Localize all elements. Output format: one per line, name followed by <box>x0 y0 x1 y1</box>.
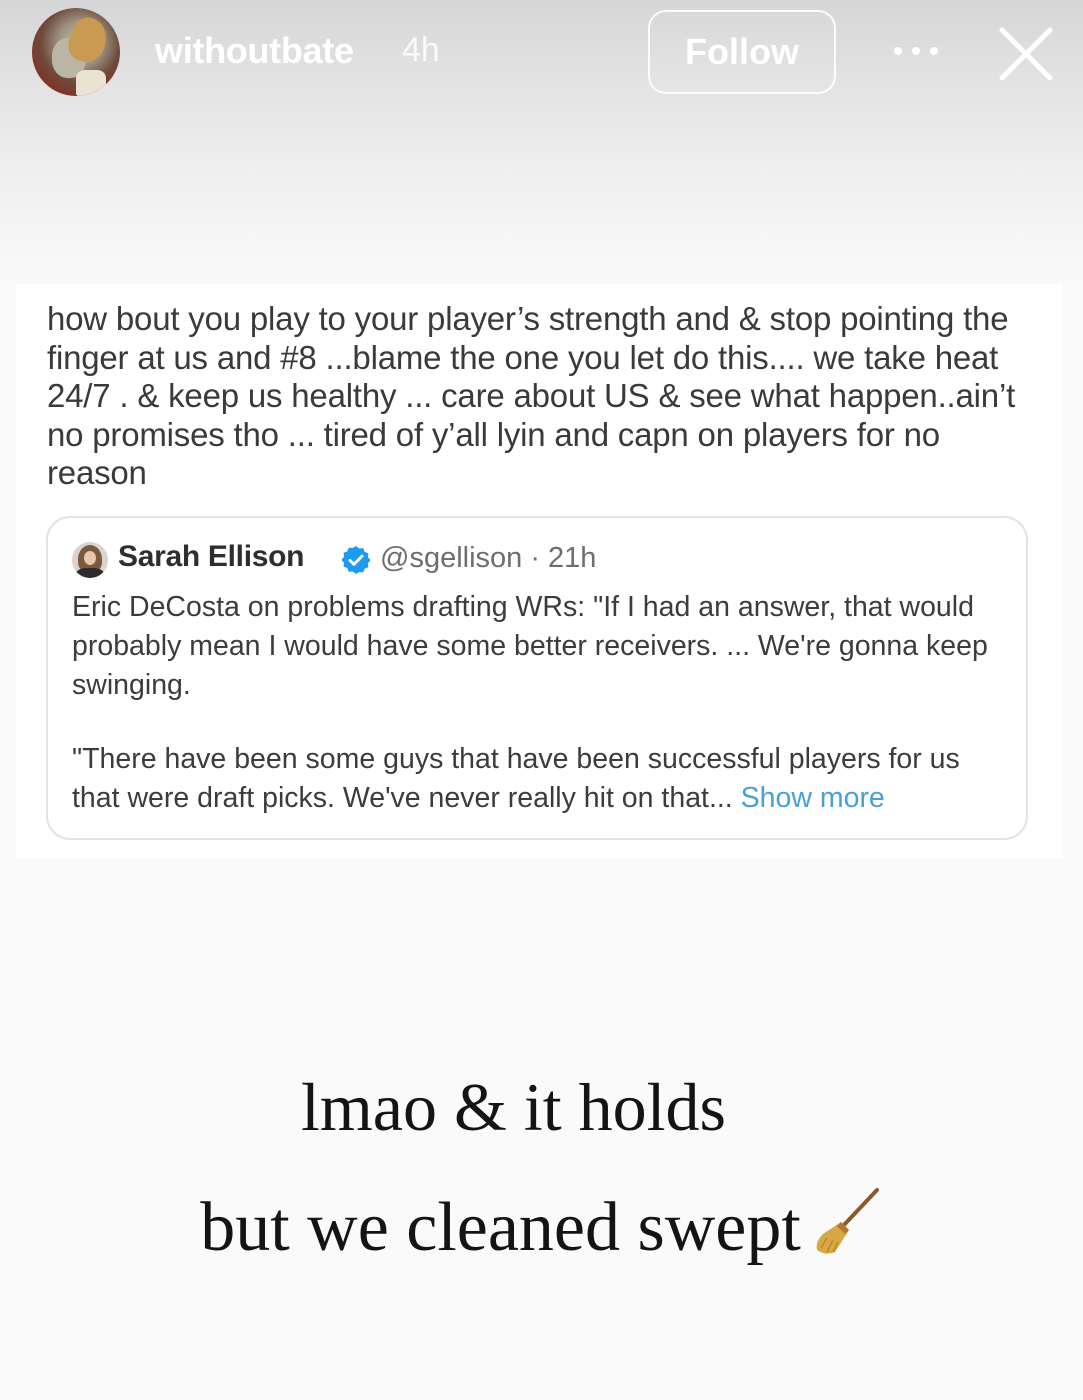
tweet-text: how bout you play to your player’s stren… <box>47 300 1016 491</box>
post-time: 4h <box>402 31 440 69</box>
username[interactable]: withoutbate <box>155 30 354 72</box>
show-more-link[interactable]: Show more <box>741 782 885 814</box>
verified-badge-icon <box>341 546 371 574</box>
more-horizontal-icon[interactable] <box>890 36 942 66</box>
quoted-paragraph-2: "There have been some guys that have bee… <box>72 740 1002 818</box>
quoted-author-name: Sarah Ellison <box>118 540 305 573</box>
story-header: withoutbate 4h Follow <box>0 0 1083 110</box>
caption-line-2: but we cleaned swept <box>0 1186 1083 1268</box>
quoted-paragraph-1: Eric DeCosta on problems drafting WRs: "… <box>72 591 988 701</box>
quoted-author-avatar <box>72 542 108 578</box>
broom-icon <box>816 1188 879 1254</box>
profile-avatar[interactable] <box>32 8 120 96</box>
caption-line-2-text: but we cleaned swept <box>200 1189 801 1266</box>
quoted-tweet-text: Eric DeCosta on problems drafting WRs: "… <box>72 588 1002 818</box>
caption-line-1: lmao & it holds <box>301 1069 726 1145</box>
close-icon[interactable] <box>996 24 1056 84</box>
quoted-handle-time: @sgellison · 21h <box>380 542 597 574</box>
tweet-screenshot: how bout you play to your player’s stren… <box>16 284 1062 858</box>
quoted-tweet[interactable]: Sarah Ellison @sgellison · 21h Eric DeCo… <box>46 516 1028 840</box>
follow-button[interactable]: Follow <box>648 10 836 94</box>
